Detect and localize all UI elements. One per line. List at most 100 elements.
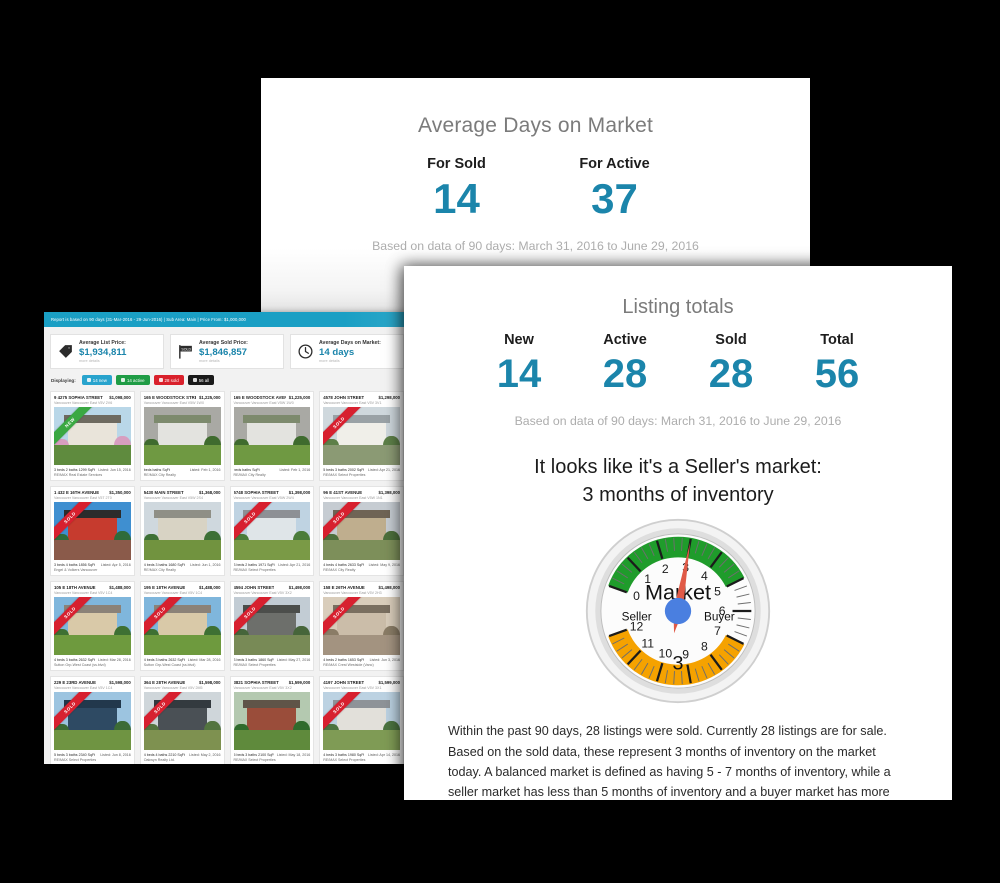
average-days-on-market-based-on: Based on data of 90 days: March 31, 2016… (372, 239, 699, 254)
stat-for-active-value: 37 (591, 175, 638, 222)
stat-card-average-sold-price[interactable]: SOLD Average Sold Price: $1,846,857 more… (170, 334, 284, 369)
stat-card-more-link[interactable]: more details (199, 359, 248, 363)
listing-card[interactable]: 105 E 18TH AVENUE $1,488,000 Vancouver Van… (50, 581, 135, 671)
listing-totals-panel: Listing totals New 14 Active 28 Sold 28 … (404, 266, 952, 800)
stat-sold: Sold 28 (692, 332, 770, 396)
listing-photo[interactable]: SOLD (143, 597, 221, 655)
filter-badge-new[interactable]: 14 new (81, 375, 112, 385)
listing-totals-based-on: Based on data of 90 days: March 31, 2016… (514, 414, 842, 428)
listing-broker: RE/MAX City Realty (143, 568, 176, 572)
stat-for-active-label: For Active (579, 156, 650, 172)
listing-card[interactable]: 3821 SOPHIA STREET $1,599,000 Vancouver Va… (229, 676, 315, 764)
listing-photo[interactable]: SOLD (323, 692, 400, 750)
listing-card[interactable]: 195 E 18TH AVENUE $1,488,000 Vancouver Van… (139, 581, 225, 671)
stat-for-active: For Active 37 (567, 156, 663, 221)
listing-card[interactable]: 4197 JOHN STREET $1,599,000 Vancouver Vanc… (319, 676, 404, 764)
listing-broker: RE/MAX Select Properties (233, 568, 276, 572)
filter-badge-sold[interactable]: 28 sold (153, 375, 184, 385)
listing-price: $1,488,000 (109, 585, 131, 590)
stat-card-more-link[interactable]: more details (79, 359, 127, 363)
listing-sub-area: Vancouver Vancouver East V5V 2M5 (143, 686, 203, 690)
gauge-hub (664, 598, 692, 625)
listing-photo[interactable] (233, 407, 311, 465)
listing-photo[interactable]: SOLD (323, 502, 400, 560)
listing-broker: RE/MAX Real Estate Services (54, 473, 103, 477)
clock-icon (297, 343, 314, 360)
listing-card[interactable]: 5748 SOPHIA STREET $1,398,000 Vancouver Va… (229, 486, 315, 576)
listing-address: 4594 JOHN STREET (233, 585, 275, 590)
average-days-on-market-stats: For Sold 14 For Active 37 (261, 156, 810, 221)
listing-price: $1,350,000 (109, 490, 131, 495)
listing-address: 229 E 23RD AVENUE (54, 680, 97, 685)
listing-specs: 3 beds 4 baths 1856 SqFt (54, 563, 96, 567)
listing-card[interactable]: 165 E WOODSTOCK AVENUE$1,225,000Vancouve… (229, 391, 315, 481)
listing-broker: Oakwyn Realty Ltd. (143, 758, 175, 762)
listing-photo[interactable]: SOLD (54, 597, 131, 655)
listing-broker: RE/MAX Select Properties (54, 758, 97, 762)
filter-badge-label: 14 active (126, 377, 145, 383)
listing-photo[interactable]: NEW (54, 407, 131, 465)
listing-photo[interactable]: SOLD (323, 597, 400, 655)
listing-listed: Listed: Mar 28, 2016 (97, 658, 131, 662)
price-tag-icon (57, 343, 74, 360)
listing-address: 4197 JOHN STREET (323, 680, 365, 685)
listing-sub-area: Vancouver Vancouver East V5W 2W4 (233, 496, 294, 500)
listing-sub-area: Vancouver Vancouver East V5W 2S4 (143, 496, 203, 500)
listing-totals-title: Listing totals (622, 296, 734, 318)
listing-specs: 5 beds 3 baths 2340 SqFt (54, 753, 96, 757)
listing-price: $1,298,000 (378, 395, 400, 400)
svg-text:7: 7 (714, 624, 721, 638)
listing-broker: RE/MAX Select Properties (323, 473, 366, 477)
listing-card[interactable]: 4578 JOHN STREET $1,298,000 Vancouver Vanc… (319, 391, 404, 481)
listing-card[interactable]: 5430 MAIN STREET $1,368,000 Vancouver Vanc… (139, 486, 225, 576)
listing-card[interactable]: 1 432 E 16TH AVENUE $1,350,000 Vancouver V… (50, 486, 135, 576)
listing-photo[interactable]: SOLD (54, 692, 131, 750)
listing-specs: 4 beds 3 baths 1980 SqFt (323, 753, 365, 757)
listing-sub-area: Vancouver Vancouver East V5V 1C4 (143, 591, 203, 595)
listing-photo[interactable]: SOLD (143, 692, 221, 750)
stat-card-value: 14 days (319, 347, 355, 358)
stat-card-label: Average Sold Price: (199, 340, 248, 346)
listing-address: 165 E WOODSTOCK AVENUE (233, 395, 286, 400)
checkbox-icon (120, 378, 125, 382)
listing-specs: 4 beds 3 baths 1680 SqFt (143, 563, 185, 567)
listing-listed: Listed: May 18, 2016 (276, 753, 311, 757)
listing-card[interactable]: 9 4275 SOPHIA STREET $1,098,000 Vancouver … (50, 391, 135, 481)
listing-photo[interactable]: SOLD (233, 502, 311, 560)
listing-broker: RE/MAX Select Properties (233, 663, 276, 667)
market-headline: It looks like it's a Seller's market: 3 … (404, 454, 952, 509)
listing-photo[interactable] (143, 502, 221, 560)
listing-address: 4578 JOHN STREET (323, 395, 365, 400)
filter-badge-all[interactable]: 56 all (187, 375, 215, 385)
listing-card[interactable]: 158 E 26TH AVENUE $1,498,000 Vancouver Van… (319, 581, 404, 671)
svg-text:5: 5 (714, 585, 721, 599)
stat-card-more-link[interactable]: more details (319, 359, 381, 363)
listing-listed: Listed: May 27, 2016 (276, 658, 311, 662)
listing-photo[interactable] (143, 407, 221, 465)
listing-specs: 4 beds 2 baths 1653 SqFt (323, 658, 365, 662)
listing-photo[interactable]: SOLD (54, 502, 131, 560)
stat-card-average-list-price[interactable]: Average List Price: $1,934,811 more deta… (50, 334, 164, 369)
listing-card[interactable]: 4594 JOHN STREET $1,498,000 Vancouver Vanc… (229, 581, 315, 671)
listing-photo[interactable] (233, 692, 311, 750)
listing-photo[interactable]: SOLD (323, 407, 400, 465)
listing-card[interactable]: 165 E WOODSTOCK STREET$1,225,000Vancouve… (139, 391, 225, 481)
listing-sub-area: Vancouver Vancouver East V5W 1W0 (233, 401, 294, 405)
filter-badge-active[interactable]: 14 active (115, 375, 150, 385)
listing-card-grid: 9 4275 SOPHIA STREET $1,098,000 Vancouver … (44, 391, 410, 764)
stat-for-sold: For Sold 14 (409, 156, 505, 221)
listing-photo[interactable]: SOLD (233, 597, 311, 655)
listing-card[interactable]: 229 E 23RD AVENUE $1,598,000 Vancouver Van… (50, 676, 135, 764)
svg-text:SOLD: SOLD (181, 347, 191, 351)
svg-text:2: 2 (662, 562, 669, 576)
listing-card[interactable]: 364 E 28TH AVENUE $1,598,000 Vancouver Van… (139, 676, 225, 764)
listing-sub-area: Vancouver Vancouver East V5T 2T0 (54, 496, 112, 500)
stat-for-sold-value: 14 (433, 175, 480, 222)
listing-specs: 3 beds 2 baths 1971 SqFt (233, 563, 275, 567)
listing-address: 96 E 41ST AVENUE (323, 490, 363, 495)
listing-sub-area: Vancouver Vancouver East V5V 2V6 (54, 401, 113, 405)
stat-card-average-days-on-market[interactable]: Average Days on Market: 14 days more det… (290, 334, 404, 369)
listing-price: $1,599,000 (288, 680, 311, 685)
listing-listed: Listed: Apr 5, 2016 (100, 563, 131, 567)
listing-card[interactable]: 96 E 41ST AVENUE $1,398,000 Vancouver Vanc… (319, 486, 404, 576)
